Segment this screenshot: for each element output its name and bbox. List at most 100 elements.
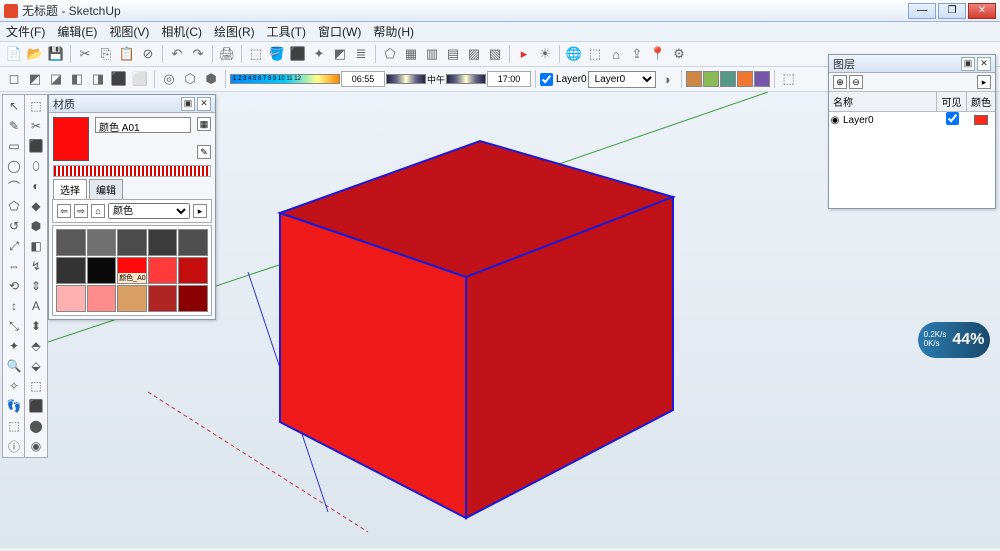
tool-left_tools2-5[interactable]: ◆ [26, 196, 46, 216]
col-name[interactable]: 名称 [829, 92, 937, 111]
paste-icon[interactable]: 📋 [117, 44, 137, 64]
tool-left_tools2-7[interactable]: ◧ [26, 236, 46, 256]
tool-left_tools1-8[interactable]: ⇔ [4, 256, 24, 276]
tool-left_tools2-2[interactable]: ⬛ [26, 136, 46, 156]
close-button[interactable]: ✕ [968, 3, 996, 19]
material-category-select[interactable]: 颜色 [108, 203, 190, 219]
tool-left_tools2-16[interactable]: ⬤ [26, 416, 46, 436]
eyedropper-icon[interactable]: ✎ [197, 145, 211, 159]
style6-icon[interactable]: ⬛ [109, 69, 129, 89]
menu-file[interactable]: 文件(F) [6, 23, 45, 40]
date-timeline[interactable]: 1 2 3 4 5 6 7 8 9 10 11 12 [230, 74, 340, 84]
col-visible[interactable]: 可见 [937, 92, 967, 111]
tool-left_tools1-7[interactable]: ⤢ [4, 236, 24, 256]
tool-left_tools2-3[interactable]: ⬯ [26, 156, 46, 176]
tool-left_tools2-8[interactable]: ↯ [26, 256, 46, 276]
material-swatch-13[interactable] [148, 285, 178, 312]
tool-left_tools1-1[interactable]: ✎ [4, 116, 24, 136]
tool-left_tools1-13[interactable]: 🔍 [4, 356, 24, 376]
material-swatch-11[interactable] [87, 285, 117, 312]
top-icon[interactable]: ▦ [401, 44, 421, 64]
print-icon[interactable]: 🖨 [217, 44, 237, 64]
tool-left_tools1-6[interactable]: ↺ [4, 216, 24, 236]
tool-left_tools1-17[interactable]: ⓘ [4, 436, 24, 456]
delete-icon[interactable]: ⊘ [138, 44, 158, 64]
sun-slider[interactable] [386, 74, 426, 84]
tab-select[interactable]: 选择 [53, 179, 87, 199]
share-icon[interactable]: ⇪ [627, 44, 647, 64]
material-swatch-4[interactable] [178, 229, 208, 256]
tool-left_tools1-2[interactable]: ▭ [4, 136, 24, 156]
menu-camera[interactable]: 相机(C) [161, 23, 202, 40]
xray-icon[interactable]: ◎ [159, 69, 179, 89]
menu-tools[interactable]: 工具(T) [267, 23, 306, 40]
tool-left_tools1-11[interactable]: ⤡ [4, 316, 24, 336]
style1-icon[interactable]: ◻ [4, 69, 24, 89]
group-icon[interactable]: ⬛ [288, 44, 308, 64]
menu-help[interactable]: 帮助(H) [373, 23, 414, 40]
tool-left_tools2-15[interactable]: ⬛ [26, 396, 46, 416]
tool-left_tools1-10[interactable]: ↕ [4, 296, 24, 316]
tool-left_tools2-9[interactable]: ⇕ [26, 276, 46, 296]
redo-icon[interactable]: ↷ [188, 44, 208, 64]
tool-left_tools2-14[interactable]: ⬚ [26, 376, 46, 396]
color-swatch-2[interactable] [703, 71, 719, 87]
layers-close-icon[interactable]: ✕ [977, 57, 991, 71]
nav-home-icon[interactable]: ⌂ [91, 204, 105, 218]
material-swatch-0[interactable] [56, 229, 86, 256]
create-material-icon[interactable]: ▦ [197, 117, 211, 131]
style5-icon[interactable]: ◨ [88, 69, 108, 89]
paint-icon[interactable]: 🪣 [267, 44, 287, 64]
new-icon[interactable]: 📄 [4, 44, 24, 64]
add-layer-icon[interactable]: ⊕ [833, 75, 847, 89]
maximize-button[interactable]: ❐ [938, 3, 966, 19]
materials-pin-icon[interactable]: ▣ [181, 97, 195, 111]
front-icon[interactable]: ▥ [422, 44, 442, 64]
sun-slider-2[interactable] [446, 74, 486, 84]
tool-left_tools1-0[interactable]: ↖ [4, 96, 24, 116]
color-swatch-5[interactable] [754, 71, 770, 87]
tool-left_tools1-4[interactable]: ⌒ [4, 176, 24, 196]
layer-color-icon[interactable]: ◑ [657, 69, 677, 89]
material-swatch-9[interactable] [178, 257, 208, 284]
color-swatch-3[interactable] [720, 71, 736, 87]
color-swatch-1[interactable] [686, 71, 702, 87]
current-material-swatch[interactable] [53, 117, 89, 161]
category-detail-icon[interactable]: ▸ [193, 204, 207, 218]
shadow-icon[interactable]: ☀ [535, 44, 555, 64]
layer-dropdown[interactable]: Layer0 [588, 71, 656, 88]
explode-icon[interactable]: ✦ [309, 44, 329, 64]
nav-back-icon[interactable]: ⇦ [57, 204, 71, 218]
material-swatch-2[interactable] [117, 229, 147, 256]
ext-icon[interactable]: ⚙ [669, 44, 689, 64]
material-name-field[interactable]: 颜色 A01 [95, 117, 191, 133]
copy-icon[interactable]: ⎘ [96, 44, 116, 64]
tab-edit[interactable]: 编辑 [89, 179, 123, 199]
open-icon[interactable]: 📂 [25, 44, 45, 64]
tool-left_tools1-16[interactable]: ⬚ [4, 416, 24, 436]
material-swatch-1[interactable] [87, 229, 117, 256]
back-icon[interactable]: ▨ [464, 44, 484, 64]
tool-left_tools1-12[interactable]: ✦ [4, 336, 24, 356]
col-color[interactable]: 颜色 [967, 92, 995, 111]
tool-left_tools1-3[interactable]: ◯ [4, 156, 24, 176]
cut-icon[interactable]: ✂ [75, 44, 95, 64]
tool-left_tools2-10[interactable]: A [26, 296, 46, 316]
tool-left_tools2-13[interactable]: ⬙ [26, 356, 46, 376]
time-start[interactable]: 06:55 [341, 71, 385, 87]
materials-close-icon[interactable]: ✕ [197, 97, 211, 111]
tool-left_tools2-11[interactable]: ⬍ [26, 316, 46, 336]
left-icon[interactable]: ▧ [485, 44, 505, 64]
component-icon[interactable]: ⬚ [246, 44, 266, 64]
tool-left_tools1-5[interactable]: ⬠ [4, 196, 24, 216]
tool-left_tools2-17[interactable]: ◉ [26, 436, 46, 456]
tool-left_tools1-9[interactable]: ⟲ [4, 276, 24, 296]
menu-draw[interactable]: 绘图(R) [214, 23, 255, 40]
shadow-checkbox[interactable]: Layer0 [540, 73, 587, 86]
layers-pin-icon[interactable]: ▣ [961, 57, 975, 71]
right-icon[interactable]: ▤ [443, 44, 463, 64]
layers-menu-icon[interactable]: ▸ [977, 75, 991, 89]
style7-icon[interactable]: ⬜ [130, 69, 150, 89]
style2-icon[interactable]: ◩ [25, 69, 45, 89]
flag-icon[interactable]: ▸ [514, 44, 534, 64]
